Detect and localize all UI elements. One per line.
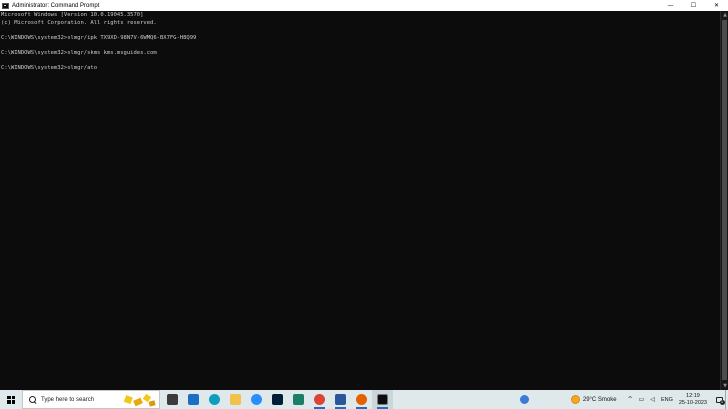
search-icon xyxy=(29,395,37,404)
system-tray: 29°C Smoke ^ ▭ ◁ ENG 12:19 25-10-2023 1 xyxy=(514,390,728,409)
tray-app-icon[interactable] xyxy=(514,390,535,409)
search-box[interactable]: Type here to search xyxy=(22,390,160,409)
start-button[interactable] xyxy=(0,390,22,409)
console-output[interactable]: Microsoft Windows [Version 10.0.19045.35… xyxy=(0,11,720,390)
speaker-icon[interactable]: ◁ xyxy=(650,396,655,403)
clock-date: 25-10-2023 xyxy=(678,399,707,406)
command-prompt-icon xyxy=(377,394,388,405)
task-view-icon xyxy=(167,394,178,405)
notification-icon: 1 xyxy=(715,396,725,405)
search-highlight-icon xyxy=(123,393,156,407)
firefox-icon xyxy=(356,394,367,405)
battery-icon[interactable]: ▭ xyxy=(639,396,645,403)
taskbar-app-button[interactable] xyxy=(288,390,309,409)
maximize-button[interactable]: ☐ xyxy=(682,0,705,11)
taskbar-app-button[interactable] xyxy=(204,390,225,409)
scroll-up-icon[interactable]: ▲ xyxy=(721,11,728,19)
taskbar-app-button[interactable] xyxy=(183,390,204,409)
taskbar-app-button[interactable] xyxy=(330,390,351,409)
vertical-scrollbar[interactable]: ▲ ▼ xyxy=(720,11,728,390)
weather-sun-icon xyxy=(570,395,580,404)
taskbar-app-button[interactable] xyxy=(225,390,246,409)
search-placeholder: Type here to search xyxy=(41,396,95,403)
mail-icon xyxy=(188,394,199,405)
taskbar-app-button[interactable] xyxy=(372,390,393,409)
minimize-button[interactable]: — xyxy=(659,0,682,11)
window-title: Administrator: Command Prompt xyxy=(12,2,100,9)
notification-button[interactable]: 1 xyxy=(713,390,725,409)
console-line: (c) Microsoft Corporation. All rights re… xyxy=(1,19,157,26)
scroll-thumb[interactable] xyxy=(722,20,727,380)
scroll-down-icon[interactable]: ▼ xyxy=(721,382,728,390)
taskbar-app-button[interactable] xyxy=(246,390,267,409)
weather-widget[interactable]: 29°C Smoke xyxy=(570,395,617,404)
taskbar-app-button[interactable] xyxy=(162,390,183,409)
clock[interactable]: 12:19 25-10-2023 xyxy=(679,393,707,407)
taskbar-app-button[interactable] xyxy=(309,390,330,409)
console-line: C:\WINDOWS\system32>slmgr/skms kms.msgui… xyxy=(1,49,157,56)
file-explorer-icon xyxy=(230,394,241,405)
close-button[interactable]: ✕ xyxy=(705,0,728,11)
windows-logo-icon xyxy=(7,395,15,404)
zoom-icon xyxy=(251,394,262,405)
console-line: Microsoft Windows [Version 10.0.19045.35… xyxy=(1,12,144,18)
title-bar[interactable]: Administrator: Command Prompt — ☐ ✕ xyxy=(0,0,728,11)
console-line: C:\WINDOWS\system32>slmgr/ipk TX9XD-98N7… xyxy=(1,34,197,41)
taskbar: Type here to search 29°C Smoke ^ ▭ ◁ ENG… xyxy=(0,390,728,409)
word-icon xyxy=(335,394,346,405)
command-prompt-icon xyxy=(2,2,9,9)
language-indicator[interactable]: ENG xyxy=(661,397,673,403)
console-line: C:\WINDOWS\system32>slmgr/ato xyxy=(1,65,98,72)
notification-badge: 1 xyxy=(719,399,725,405)
weather-text: 29°C Smoke xyxy=(582,396,617,403)
app-icon xyxy=(293,394,304,405)
chevron-up-icon[interactable]: ^ xyxy=(628,396,633,403)
taskbar-app-button[interactable] xyxy=(351,390,372,409)
edge-icon xyxy=(209,394,220,405)
chrome-icon xyxy=(314,394,325,405)
photoshop-icon xyxy=(272,394,283,405)
clock-time: 12:19 xyxy=(686,392,700,399)
window-controls: — ☐ ✕ xyxy=(659,0,728,11)
taskbar-app-button[interactable] xyxy=(267,390,288,409)
pinned-apps xyxy=(162,390,393,409)
